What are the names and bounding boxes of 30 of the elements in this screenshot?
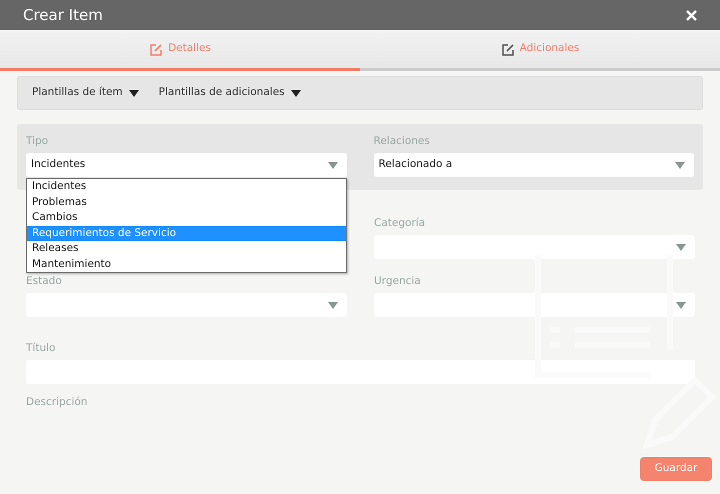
field-label: Tipo bbox=[26, 134, 48, 148]
dropdown-option[interactable]: Incidentes bbox=[27, 179, 346, 194]
caret-icon bbox=[328, 162, 338, 168]
template-dropdown[interactable]: Plantillas de ítem bbox=[32, 85, 139, 101]
dropdown-option[interactable]: Mantenimiento bbox=[27, 256, 346, 272]
close-icon[interactable] bbox=[686, 10, 697, 20]
select-field[interactable]: Incidentes bbox=[26, 153, 346, 177]
field-label: Categoría bbox=[374, 216, 426, 230]
dropdown-option[interactable]: Cambios bbox=[27, 210, 346, 226]
select-field[interactable] bbox=[374, 293, 695, 317]
field-label: Urgencia bbox=[374, 274, 421, 288]
select-field[interactable] bbox=[26, 293, 347, 317]
template-dropdown[interactable]: Plantillas de adicionales bbox=[158, 85, 301, 101]
field-label: Descripción bbox=[26, 395, 88, 409]
caret-icon bbox=[675, 162, 685, 168]
field-label: Estado bbox=[26, 274, 62, 288]
dropdown-option[interactable]: Releases bbox=[27, 241, 346, 256]
edit-icon bbox=[500, 42, 514, 56]
caret-icon bbox=[128, 90, 139, 96]
caret-icon bbox=[676, 302, 686, 308]
select-field[interactable] bbox=[374, 235, 695, 259]
caret-icon bbox=[676, 244, 686, 250]
edit-icon bbox=[149, 42, 162, 56]
window-title: Crear Item bbox=[23, 4, 103, 26]
field-label: Título bbox=[26, 341, 56, 355]
field-label: Relaciones bbox=[374, 134, 430, 148]
dropdown-option[interactable]: Problemas bbox=[27, 194, 346, 210]
select-field[interactable]: Relacionado a bbox=[374, 153, 694, 177]
caret-icon bbox=[290, 90, 301, 96]
caret-icon bbox=[328, 302, 338, 308]
